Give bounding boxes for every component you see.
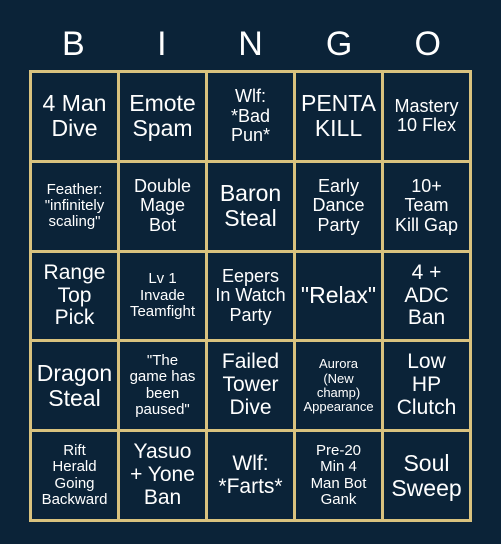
bingo-cell[interactable]: 4 + ADC Ban [384, 252, 469, 340]
bingo-cell-label: "Relax" [300, 282, 377, 309]
bingo-cell-label: Baron Steal [219, 180, 282, 232]
bingo-cell-label: Feather: "infinitely scaling" [44, 180, 105, 231]
bingo-header-letter-o: O [414, 25, 441, 63]
bingo-cell[interactable]: Early Dance Party [296, 162, 381, 250]
bingo-cell-label: Low HP Clutch [396, 350, 457, 420]
bingo-cell[interactable]: Eepers In Watch Party [208, 252, 293, 340]
bingo-cell[interactable]: Baron Steal [208, 162, 293, 250]
bingo-cell-label: Range Top Pick [43, 260, 106, 330]
bingo-cell[interactable]: Rift Herald Going Backward [32, 432, 117, 519]
bingo-cell-label: Failed Tower Dive [221, 350, 280, 420]
bingo-cell-label: Early Dance Party [312, 175, 365, 235]
bingo-header-row: B I N G O [29, 18, 472, 70]
bingo-header-letter-g: G [325, 25, 353, 63]
bingo-cell-label: Soul Sweep [391, 449, 462, 501]
bingo-cell-label: "The game has been paused" [129, 352, 196, 419]
bingo-cell[interactable]: Pre-20 Min 4 Man Bot Gank [296, 432, 381, 519]
bingo-cell-label: 4 Man Dive [42, 90, 107, 142]
bingo-cell[interactable]: Soul Sweep [384, 432, 469, 519]
bingo-cell-label: Wlf: *Bad Pun* [230, 85, 271, 146]
bingo-cell[interactable]: Feather: "infinitely scaling" [32, 162, 117, 250]
bingo-cell[interactable]: Wlf: *Farts* [208, 432, 293, 519]
bingo-cell-label: Wlf: *Farts* [218, 451, 283, 498]
bingo-cell[interactable]: Yasuo + Yone Ban [120, 432, 205, 519]
bingo-cell-label: Rift Herald Going Backward [41, 441, 108, 508]
bingo-cell[interactable]: Double Mage Bot [120, 162, 205, 250]
bingo-cell[interactable]: Wlf: *Bad Pun* [208, 73, 293, 160]
bingo-cell[interactable]: 10+ Team Kill Gap [384, 162, 469, 250]
bingo-cell[interactable]: PENTA KILL [296, 73, 381, 160]
bingo-header-letter-n: N [238, 25, 263, 63]
bingo-cell[interactable]: "The game has been paused" [120, 342, 205, 430]
bingo-cell[interactable]: Low HP Clutch [384, 342, 469, 430]
bingo-cell[interactable]: Mastery 10 Flex [384, 73, 469, 160]
bingo-cell-label: PENTA KILL [301, 90, 376, 142]
bingo-cell-label: 4 + ADC Ban [404, 260, 449, 330]
bingo-cell-label: Double Mage Bot [133, 175, 192, 235]
bingo-cell-label: Yasuo + Yone Ban [130, 440, 195, 510]
bingo-cell[interactable]: Aurora (New champ) Appearance [296, 342, 381, 430]
bingo-cell[interactable]: Failed Tower Dive [208, 342, 293, 430]
bingo-cell[interactable]: Range Top Pick [32, 252, 117, 340]
bingo-cell-label: Emote Spam [129, 90, 196, 142]
bingo-cell[interactable]: 4 Man Dive [32, 73, 117, 160]
bingo-cell-label: Dragon Steal [36, 359, 113, 411]
bingo-cell-label: Eepers In Watch Party [215, 265, 286, 325]
bingo-header-letter-b: B [61, 25, 85, 63]
bingo-cell-label: Pre-20 Min 4 Man Bot Gank [310, 441, 367, 508]
bingo-cell[interactable]: Lv 1 Invade Teamfight [120, 252, 205, 340]
bingo-cell[interactable]: Dragon Steal [32, 342, 117, 430]
bingo-cell[interactable]: "Relax" [296, 252, 381, 340]
bingo-cell[interactable]: Emote Spam [120, 73, 205, 160]
bingo-card: B I N G O 4 Man Dive Emote Spam Wlf: *Ba… [0, 0, 501, 544]
bingo-header-letter-i: I [157, 25, 167, 63]
bingo-grid: 4 Man Dive Emote Spam Wlf: *Bad Pun* PEN… [29, 70, 472, 522]
bingo-cell-label: Mastery 10 Flex [394, 95, 459, 136]
bingo-cell-label: 10+ Team Kill Gap [394, 175, 459, 235]
bingo-cell-label: Aurora (New champ) Appearance [303, 356, 374, 414]
bingo-cell-label: Lv 1 Invade Teamfight [129, 270, 196, 321]
